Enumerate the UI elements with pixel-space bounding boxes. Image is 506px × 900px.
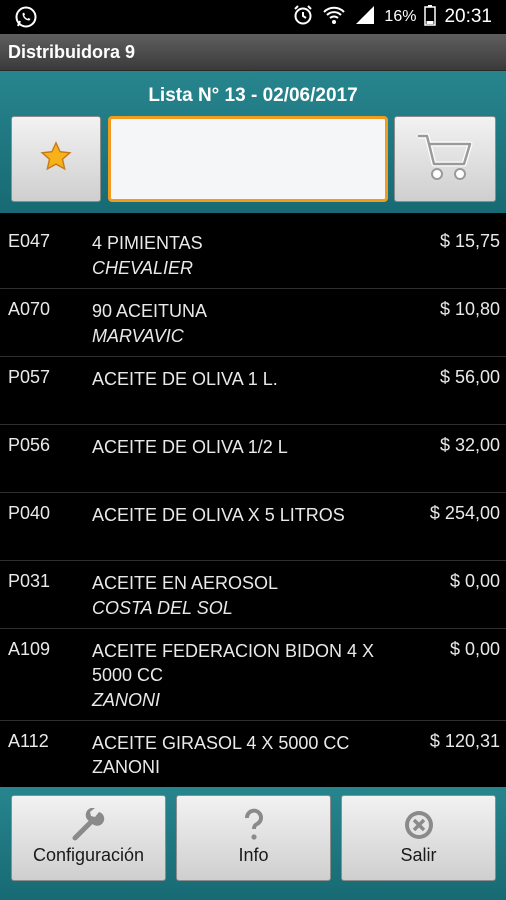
cart-icon [416,130,474,189]
product-row[interactable]: P057 ACEITE DE OLIVA 1 L. $ 56,00 [0,357,506,425]
product-price: $ 0,00 [449,571,500,591]
config-button[interactable]: Configuración [11,795,166,881]
app-title: Distribuidora 9 [8,42,136,62]
product-price: $ 0,00 [449,639,500,659]
product-brand: ZANONI [92,690,161,710]
product-name: 90 ACEITUNA [92,301,208,321]
status-bar: 16% 20:31 [0,0,506,34]
product-code: A112 [8,731,49,751]
product-row[interactable]: P031 ACEITE EN AEROSOL COSTA DEL SOL $ 0… [0,561,506,629]
alarm-icon [292,4,314,31]
wifi-icon [322,4,346,31]
exit-button[interactable]: Salir [341,795,496,881]
product-code: A109 [8,639,51,659]
star-icon [39,140,73,179]
product-name: ACEITE EN AEROSOL [92,573,279,593]
signal-icon [354,4,376,31]
battery-icon [424,4,437,31]
search-header: Lista N° 13 - 02/06/2017 [0,71,506,213]
bottom-toolbar: Configuración Info Salir [0,787,506,900]
search-input[interactable] [108,116,388,202]
product-code: P057 [8,367,51,387]
clock: 20:31 [444,6,492,27]
cart-button[interactable] [394,116,496,202]
product-code: E047 [8,231,51,251]
product-row[interactable]: A112 ACEITE GIRASOL 4 X 5000 CC ZANONI $… [0,721,506,787]
product-name: ACEITE DE OLIVA 1 L. [92,369,278,389]
product-code: P031 [8,571,51,591]
product-price: $ 10,80 [439,299,500,319]
product-row[interactable]: A109 ACEITE FEDERACION BIDON 4 X 5000 CC… [0,629,506,721]
product-brand: CHEVALIER [92,258,194,278]
product-brand: COSTA DEL SOL [92,598,233,618]
product-name: ACEITE DE OLIVA 1/2 L [92,437,288,457]
product-price: $ 15,75 [439,231,500,251]
product-name: ACEITE FEDERACION BIDON 4 X 5000 CC [92,641,375,685]
app-title-bar: Distribuidora 9 [0,34,506,71]
product-price: $ 56,00 [439,367,500,387]
product-code: P040 [8,503,51,523]
product-row[interactable]: A070 90 ACEITUNA MARVAVIC $ 10,80 [0,289,506,357]
product-price: $ 120,31 [429,731,500,751]
product-row[interactable]: P056 ACEITE DE OLIVA 1/2 L $ 32,00 [0,425,506,493]
whatsapp-icon [14,5,38,29]
favorites-button[interactable] [11,116,101,202]
battery-percent: 16% [384,8,417,25]
product-name: 4 PIMIENTAS [92,233,203,253]
wrench-icon [12,808,165,842]
config-label: Configuración [32,845,145,865]
question-icon [177,808,330,842]
product-list[interactable]: E047 4 PIMIENTAS CHEVALIER $ 15,75 A070 … [0,221,506,787]
close-circle-icon [342,808,495,842]
product-row[interactable]: E047 4 PIMIENTAS CHEVALIER $ 15,75 [0,221,506,289]
product-brand: MARVAVIC [92,326,184,346]
exit-label: Salir [400,845,437,865]
info-button[interactable]: Info [176,795,331,881]
product-code: P056 [8,435,51,455]
product-name: ACEITE GIRASOL 4 X 5000 CC ZANONI [92,733,350,777]
product-name: ACEITE DE OLIVA X 5 LITROS [92,505,345,525]
product-code: A070 [8,299,51,319]
product-price: $ 254,00 [429,503,500,523]
list-title: Lista N° 13 - 02/06/2017 [148,85,358,106]
product-price: $ 32,00 [439,435,500,455]
product-row[interactable]: P040 ACEITE DE OLIVA X 5 LITROS $ 254,00 [0,493,506,561]
info-label: Info [238,845,269,865]
